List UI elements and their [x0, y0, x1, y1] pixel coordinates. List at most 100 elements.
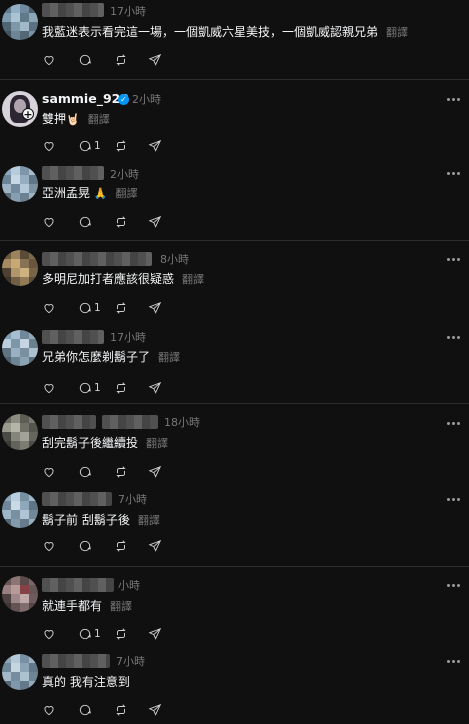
timestamp: 8小時 [160, 253, 189, 266]
avatar[interactable] [2, 250, 38, 286]
reply-count: 1 [94, 140, 101, 152]
share-button[interactable] [148, 300, 162, 316]
translate-link[interactable]: 翻譯 [182, 273, 204, 286]
reply-text: 刮完鬍子後繼續投 [42, 436, 139, 450]
repost-button[interactable] [114, 214, 128, 230]
repost-icon [116, 382, 126, 394]
translate-link[interactable]: 翻譯 [88, 113, 110, 126]
translate-link[interactable]: 翻譯 [116, 187, 138, 200]
reply-post: 2小時 亞洲孟晃 🙏 翻譯 [0, 162, 469, 236]
more-options-icon[interactable] [447, 172, 461, 176]
timestamp: 17小時 [110, 331, 146, 344]
avatar[interactable] [2, 492, 38, 528]
reply-button[interactable]: 1 [78, 626, 101, 642]
share-button[interactable] [148, 464, 162, 480]
reply-button[interactable] [78, 464, 94, 480]
heart-icon [44, 142, 54, 152]
more-options-icon[interactable] [447, 258, 461, 262]
divider [0, 566, 469, 567]
avatar[interactable] [2, 166, 38, 202]
repost-button[interactable] [114, 702, 128, 718]
comment-icon [79, 466, 91, 478]
repost-button[interactable] [114, 380, 128, 396]
repost-icon [116, 54, 126, 66]
username-redacted [42, 415, 96, 429]
share-button[interactable] [148, 380, 162, 396]
repost-button[interactable] [114, 538, 128, 554]
reply-text: 就連手都有 [42, 599, 103, 613]
translate-link[interactable]: 翻譯 [146, 437, 168, 450]
send-icon [148, 215, 162, 228]
action-bar: 1 [42, 138, 182, 154]
more-options-icon[interactable] [447, 498, 461, 502]
reply-button[interactable] [78, 214, 94, 230]
timestamp: 17小時 [110, 5, 146, 18]
reply-button[interactable] [78, 702, 94, 718]
avatar[interactable] [2, 4, 38, 40]
like-button[interactable] [42, 626, 56, 642]
share-button[interactable] [148, 702, 162, 718]
reply-post: 7小時 真的 我有注意到 [0, 650, 469, 724]
avatar[interactable] [2, 414, 38, 450]
more-options-icon[interactable] [447, 98, 461, 102]
like-button[interactable] [42, 538, 56, 554]
username[interactable]: sammie_923 [42, 91, 129, 106]
reply-button[interactable]: 1 [78, 138, 101, 154]
share-button[interactable] [148, 538, 162, 554]
reply-button[interactable]: 1 [78, 380, 101, 396]
reply-post: 8小時 多明尼加打者應該很疑惑 翻譯 1 [0, 246, 469, 318]
action-bar [42, 702, 182, 718]
reply-text: 兄弟你怎麼剃鬍子了 [42, 350, 151, 364]
timestamp: 2小時 [132, 93, 161, 106]
pray-emoji-icon: 🙏 [93, 187, 108, 200]
hand-emoji-icon: 🤘🏻 [66, 113, 80, 126]
reply-text: 真的 我有注意到 [42, 675, 130, 689]
translate-link[interactable]: 翻譯 [110, 600, 132, 613]
repost-button[interactable] [114, 300, 128, 316]
heart-icon [44, 56, 54, 66]
translate-link[interactable]: 翻譯 [386, 26, 408, 39]
avatar[interactable] [2, 576, 38, 612]
username-redacted [42, 3, 104, 17]
reply-button[interactable] [78, 538, 94, 554]
share-button[interactable] [148, 626, 162, 642]
timestamp: 18小時 [164, 416, 200, 429]
repost-button[interactable] [114, 52, 128, 68]
heart-icon [44, 468, 54, 478]
more-options-icon[interactable] [447, 660, 461, 664]
avatar[interactable] [2, 330, 38, 366]
share-button[interactable] [148, 214, 162, 230]
reply-post: 18小時 刮完鬍子後繼續投 翻譯 [0, 410, 469, 486]
more-options-icon[interactable] [447, 584, 461, 588]
send-icon [148, 139, 162, 152]
like-button[interactable] [42, 380, 56, 396]
like-button[interactable] [42, 300, 56, 316]
username-redacted [42, 578, 114, 592]
share-button[interactable] [148, 138, 162, 154]
reply-button[interactable] [78, 52, 94, 68]
repost-button[interactable] [114, 138, 128, 154]
like-button[interactable] [42, 464, 56, 480]
more-options-icon[interactable] [447, 336, 461, 340]
like-button[interactable] [42, 52, 56, 68]
more-options-icon[interactable] [447, 422, 461, 426]
like-button[interactable] [42, 214, 56, 230]
translate-link[interactable]: 翻譯 [158, 351, 180, 364]
share-button[interactable] [148, 52, 162, 68]
reply-count: 1 [94, 302, 101, 314]
repost-button[interactable] [114, 464, 128, 480]
timestamp: 小時 [118, 579, 140, 592]
reply-text-row: 我藍迷表示看完這一場，一個凱威六星美技，一個凱威認親兄弟 翻譯 [42, 23, 408, 40]
like-button[interactable] [42, 702, 56, 718]
reply-button[interactable]: 1 [78, 300, 101, 316]
translate-link[interactable]: 翻譯 [138, 514, 160, 527]
reply-text-row: 真的 我有注意到 [42, 673, 130, 690]
username-redacted [102, 415, 158, 429]
reply-text-row: 亞洲孟晃 🙏 翻譯 [42, 184, 138, 201]
follow-plus-icon[interactable]: + [22, 108, 34, 121]
repost-icon [116, 140, 126, 152]
repost-button[interactable] [114, 626, 128, 642]
like-button[interactable] [42, 138, 56, 154]
repost-icon [116, 540, 126, 552]
avatar[interactable] [2, 654, 38, 690]
